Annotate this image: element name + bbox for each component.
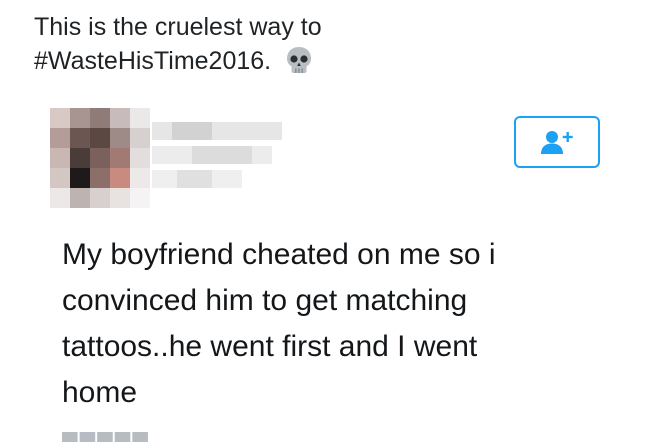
caption-line-2: #WasteHisTime2016. — [34, 44, 634, 78]
cropped-timestamp: ▀▀▀▀▀ ▀▀▀▀▀ — [62, 432, 212, 442]
follow-button[interactable] — [514, 116, 600, 168]
author-name-blurred[interactable] — [152, 122, 352, 192]
hashtag-text: #WasteHisTime2016. — [34, 47, 272, 75]
tweet-text-line: home — [62, 376, 138, 409]
caption-line-1: This is the cruelest way to — [34, 13, 322, 41]
caption: This is the cruelest way to #WasteHisTim… — [34, 10, 634, 78]
tweet-text-line: convinced him to get matching — [62, 284, 468, 317]
skull-icon — [287, 47, 312, 73]
tweet-text: My boyfriend cheated on me so i convince… — [62, 232, 622, 416]
tweet-text-line: My boyfriend cheated on me so i — [62, 238, 496, 271]
tweet-text-line: tattoos..he went first and I went — [62, 330, 478, 363]
pixelated-avatar-icon[interactable] — [50, 108, 150, 208]
tweet-header — [50, 108, 610, 208]
follow-user-icon — [541, 131, 573, 154]
